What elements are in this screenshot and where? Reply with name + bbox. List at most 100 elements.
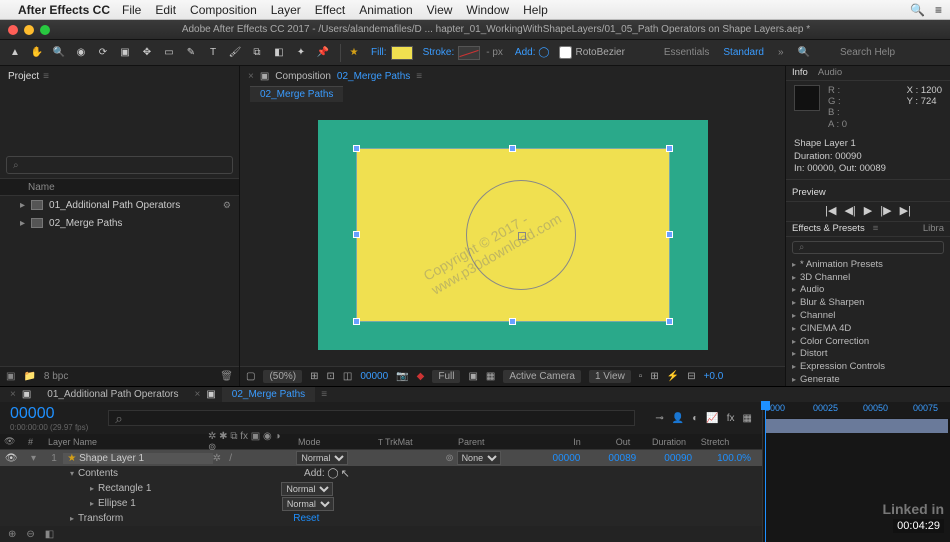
- tl-shy-icon[interactable]: 👤: [672, 413, 684, 424]
- view-opts-icon[interactable]: ▫: [639, 371, 643, 382]
- rotobezier-checkbox[interactable]: RotoBezier: [559, 46, 624, 59]
- timeline-tab[interactable]: 01_Additional Path Operators: [37, 387, 188, 402]
- tl-fx-icon[interactable]: fx: [727, 413, 735, 424]
- audio-tab[interactable]: Audio: [818, 67, 842, 78]
- camera-tool-icon[interactable]: ▣: [116, 44, 134, 62]
- menu-extras-icon[interactable]: ≡: [935, 3, 942, 17]
- roto-tool-icon[interactable]: ✦: [292, 44, 310, 62]
- comp-time[interactable]: 00000: [360, 371, 388, 382]
- anchor-tool-icon[interactable]: ✥: [138, 44, 156, 62]
- comp-viewport[interactable]: Copyright © 2017 - www.p30download.com: [240, 104, 785, 366]
- comp-canvas[interactable]: Copyright © 2017 - www.p30download.com: [318, 120, 708, 350]
- panel-menu-icon[interactable]: ≡: [873, 223, 879, 234]
- clone-tool-icon[interactable]: ⧉: [248, 44, 266, 62]
- col-mode[interactable]: Mode: [294, 437, 374, 447]
- res-icon[interactable]: ⊞: [310, 371, 318, 382]
- ep-item[interactable]: 3D Channel: [786, 271, 950, 284]
- menu-layer[interactable]: Layer: [271, 3, 301, 17]
- search-icon[interactable]: 🔍: [798, 47, 810, 58]
- layer-name[interactable]: Shape Layer 1: [79, 453, 144, 464]
- folder-new-icon[interactable]: 📁: [23, 371, 35, 382]
- layer-bar[interactable]: [765, 419, 948, 433]
- handle-bc[interactable]: [509, 318, 516, 325]
- channel-icon[interactable]: ◆: [417, 371, 425, 382]
- handle-tr[interactable]: [666, 145, 673, 152]
- transparency-icon[interactable]: ▦: [486, 371, 495, 382]
- close-icon[interactable]: [8, 25, 18, 35]
- magnify-icon[interactable]: ▢: [246, 371, 255, 382]
- menu-edit[interactable]: Edit: [155, 3, 176, 17]
- rect-mode-dropdown[interactable]: Normal: [281, 482, 333, 496]
- snapshot-icon[interactable]: 📷: [396, 371, 408, 382]
- ep-item[interactable]: Generate: [786, 373, 950, 386]
- trash-icon[interactable]: 🗑: [220, 371, 233, 382]
- menu-file[interactable]: File: [122, 3, 141, 17]
- menu-help[interactable]: Help: [523, 3, 548, 17]
- parent-dropdown[interactable]: None: [457, 451, 501, 465]
- tl-node-icon[interactable]: ⊸: [655, 413, 663, 424]
- ep-item[interactable]: Color Correction: [786, 335, 950, 348]
- ep-item[interactable]: * Animation Presets: [786, 258, 950, 271]
- project-tab[interactable]: Project: [8, 71, 39, 82]
- panel-menu-icon[interactable]: ≡: [416, 71, 422, 82]
- libraries-tab[interactable]: Libra: [923, 223, 944, 234]
- type-tool-icon[interactable]: T: [204, 44, 222, 62]
- selection-tool-icon[interactable]: ▲: [6, 44, 24, 62]
- tl-blur-icon[interactable]: ◐: [692, 413, 698, 424]
- workspace-more-icon[interactable]: »: [778, 47, 784, 58]
- rotobezier-input[interactable]: [559, 46, 572, 59]
- layer-dur[interactable]: 00090: [650, 453, 706, 464]
- add-label[interactable]: Add: ◯: [515, 47, 550, 58]
- preview-tab[interactable]: Preview: [792, 187, 826, 198]
- bpc-toggle[interactable]: 8 bpc: [44, 371, 68, 382]
- stroke-label[interactable]: Stroke:: [423, 47, 455, 58]
- shape-tool-icon[interactable]: ▭: [160, 44, 178, 62]
- project-col-name[interactable]: Name: [0, 178, 239, 196]
- panel-menu-icon[interactable]: ≡: [321, 389, 327, 400]
- ep-item[interactable]: Blur & Sharpen: [786, 296, 950, 309]
- hand-tool-icon[interactable]: ✋: [28, 44, 46, 62]
- workspace-essentials[interactable]: Essentials: [664, 47, 710, 58]
- mode-dropdown[interactable]: Normal: [296, 451, 348, 465]
- spotlight-icon[interactable]: 🔍: [910, 3, 925, 17]
- project-item[interactable]: ▸ 01_Additional Path Operators ⚙: [0, 196, 239, 214]
- project-search-input[interactable]: ⌕: [6, 156, 233, 174]
- handle-br[interactable]: [666, 318, 673, 325]
- camera-dropdown[interactable]: Active Camera: [503, 370, 581, 383]
- handle-bl[interactable]: [353, 318, 360, 325]
- col-in[interactable]: In: [554, 437, 600, 447]
- menu-effect[interactable]: Effect: [315, 3, 345, 17]
- handle-mr[interactable]: [666, 231, 673, 238]
- stroke-width[interactable]: - px: [486, 47, 503, 58]
- rotate-tool-icon[interactable]: ⟳: [94, 44, 112, 62]
- col-layer-name[interactable]: Layer Name: [44, 437, 204, 447]
- handle-tl[interactable]: [353, 145, 360, 152]
- next-frame-icon[interactable]: |▶: [880, 204, 891, 217]
- info-tab[interactable]: Info: [792, 67, 808, 78]
- zoom-tool-icon[interactable]: 🔍: [50, 44, 68, 62]
- res-dropdown[interactable]: Full: [432, 370, 460, 383]
- handle-tc[interactable]: [509, 145, 516, 152]
- sublayer-transform[interactable]: ▸Transform Reset: [0, 511, 762, 526]
- menu-animation[interactable]: Animation: [359, 3, 412, 17]
- first-frame-icon[interactable]: |◀: [825, 204, 836, 217]
- timeline-icon[interactable]: ⊟: [687, 371, 695, 382]
- exposure[interactable]: +0.0: [704, 371, 724, 382]
- pixel-icon[interactable]: ⊞: [650, 371, 658, 382]
- sublayer-ellipse[interactable]: ▸Ellipse 1 Normal: [0, 496, 762, 511]
- ep-item[interactable]: Expression Controls: [786, 360, 950, 373]
- tl-toggle3-icon[interactable]: ◧: [45, 529, 54, 540]
- reset-button[interactable]: Reset: [293, 513, 319, 524]
- minimize-icon[interactable]: [24, 25, 34, 35]
- col-trkmat[interactable]: T TrkMat: [374, 437, 454, 447]
- brush-tool-icon[interactable]: 🖌: [226, 44, 244, 62]
- fill-label[interactable]: Fill:: [371, 47, 387, 58]
- zoom-icon[interactable]: [40, 25, 50, 35]
- layer-stretch[interactable]: 100.0%: [706, 453, 762, 464]
- guides-icon[interactable]: ⊡: [327, 371, 335, 382]
- col-stretch[interactable]: Stretch: [692, 437, 738, 447]
- col-parent[interactable]: Parent: [454, 437, 554, 447]
- current-time-indicator[interactable]: [765, 402, 766, 542]
- eraser-tool-icon[interactable]: ◧: [270, 44, 288, 62]
- tl-graph-icon[interactable]: 📈: [706, 413, 718, 424]
